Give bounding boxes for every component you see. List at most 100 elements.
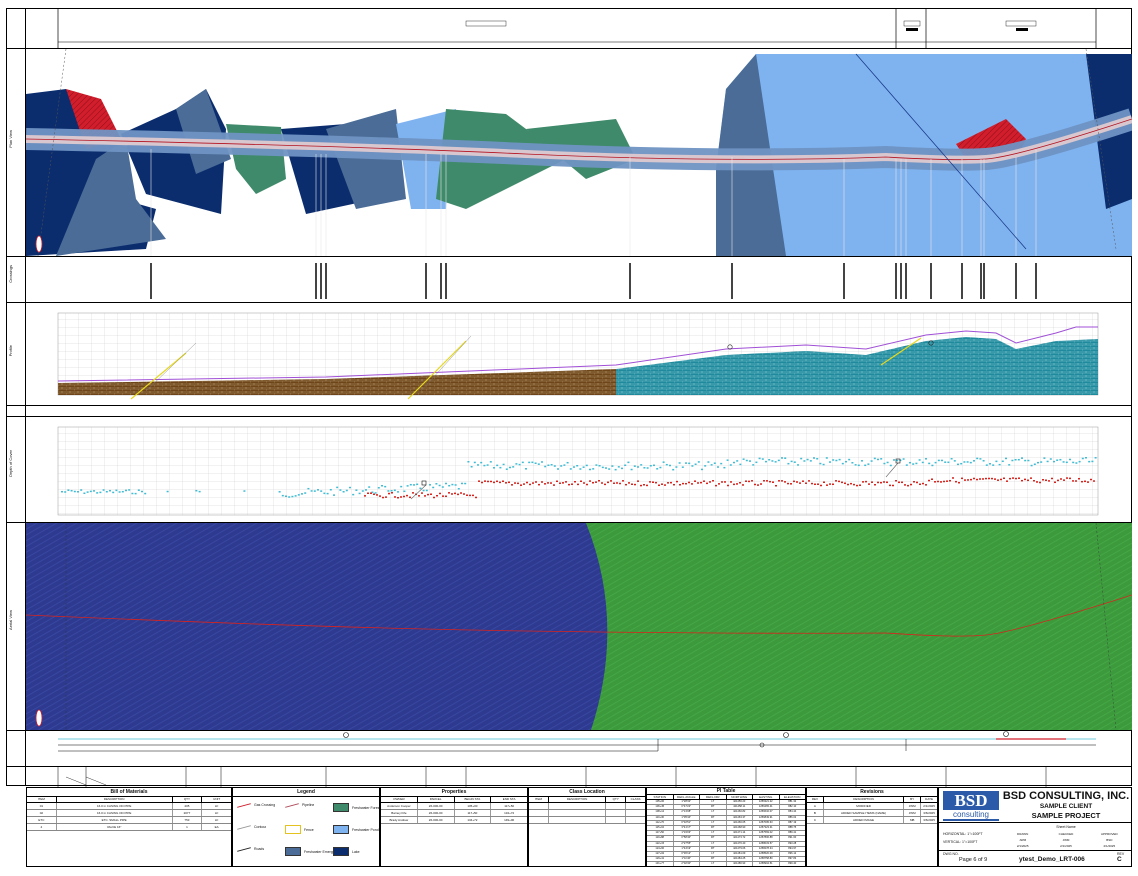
cover-point-cyan bbox=[793, 461, 796, 463]
cover-point-cyan bbox=[937, 459, 940, 462]
page-number: 6 bbox=[973, 857, 977, 863]
cover-point-cyan bbox=[304, 492, 307, 494]
revisions-cell: 3/6/2025 bbox=[923, 811, 935, 815]
page-total: 9 bbox=[984, 857, 988, 863]
cover-point-cyan bbox=[294, 495, 297, 497]
cover-point-red bbox=[637, 480, 639, 482]
pi-cell: 421486.93 bbox=[727, 862, 753, 866]
cover-point-cyan bbox=[1001, 460, 1004, 463]
cover-point-red bbox=[970, 478, 972, 481]
cover-point-cyan bbox=[909, 461, 911, 464]
cover-point-red bbox=[520, 484, 522, 486]
revisions-title: Revisions bbox=[807, 788, 937, 797]
cover-point-red bbox=[895, 480, 897, 482]
pi-cell: 124+60 bbox=[647, 846, 674, 851]
cover-point-red bbox=[973, 477, 975, 480]
pi-cell: 0°32'51" bbox=[674, 820, 700, 825]
cover-point-cyan bbox=[745, 459, 748, 462]
cover-point-red bbox=[766, 480, 768, 482]
cover-point-red bbox=[745, 480, 747, 482]
pi-cell: 117+50 bbox=[647, 831, 674, 836]
class-location-table: Class Location ITEM DESCRIPTION QTY CLAS… bbox=[528, 787, 646, 867]
revisions-cell: JWM bbox=[904, 810, 922, 816]
bom-cell: 1 bbox=[173, 824, 203, 830]
cover-point-red bbox=[736, 483, 738, 485]
cover-point-cyan bbox=[848, 458, 851, 461]
cover-point-red bbox=[715, 484, 717, 487]
cover-point-red bbox=[646, 484, 648, 487]
cover-point-red bbox=[1015, 477, 1017, 480]
cover-point-red bbox=[634, 483, 636, 486]
class-cell bbox=[529, 810, 549, 816]
drawn-date: 2/1/2025 bbox=[1016, 844, 1029, 848]
properties-cell: Anderson Cooper bbox=[381, 803, 418, 809]
cover-point-red bbox=[595, 481, 597, 483]
cover-point-cyan bbox=[1024, 459, 1027, 462]
depth-of-cover-chart bbox=[57, 426, 1099, 516]
properties-col: END STA bbox=[502, 797, 516, 801]
pi-cell: 1257806.88 bbox=[753, 836, 780, 841]
logo-text: BSD bbox=[954, 791, 988, 810]
cover-point-cyan bbox=[752, 464, 755, 466]
revisions-cell: MB bbox=[904, 817, 922, 823]
bom-row: 02 16.0 in CASING OD PIPE 2077 LF bbox=[27, 810, 231, 817]
tab-label-depth: Depth of Cover bbox=[8, 450, 13, 477]
cover-point-cyan bbox=[621, 467, 623, 470]
pi-cell: 0°36'12" bbox=[674, 851, 700, 857]
cover-point-cyan bbox=[521, 461, 524, 464]
properties-cell: 117+50 bbox=[504, 804, 515, 808]
cover-point-cyan bbox=[297, 494, 300, 496]
legend-swatch bbox=[237, 824, 251, 830]
cover-point-red bbox=[1087, 481, 1089, 483]
cover-point-cyan bbox=[89, 490, 92, 493]
pi-cell: LT bbox=[700, 810, 727, 815]
class-cell bbox=[549, 803, 607, 809]
revision-letter: C bbox=[1117, 856, 1122, 863]
page-label: Page bbox=[959, 857, 972, 863]
cover-point-cyan bbox=[902, 458, 905, 460]
cover-point-cyan bbox=[358, 492, 361, 495]
cover-point-red bbox=[763, 480, 765, 482]
properties-cell: Brady Andrew bbox=[381, 817, 418, 823]
cover-point-cyan bbox=[723, 466, 726, 469]
cover-point-cyan bbox=[93, 490, 95, 492]
cover-point-red bbox=[874, 483, 876, 486]
pi-cell: 897.83 bbox=[788, 857, 797, 861]
properties-cell: 149+00 bbox=[504, 818, 515, 822]
cover-point-red bbox=[1057, 479, 1059, 482]
approved-by: BSD bbox=[1106, 838, 1113, 842]
cover-point-cyan bbox=[605, 467, 607, 469]
cover-point-cyan bbox=[816, 458, 819, 460]
cover-point-cyan bbox=[864, 464, 867, 467]
cover-point-cyan bbox=[368, 486, 371, 488]
cover-point-cyan bbox=[1065, 461, 1068, 464]
pi-cell: 1256849.91 bbox=[753, 815, 780, 820]
cover-point-red bbox=[721, 481, 723, 483]
cover-point-cyan bbox=[313, 490, 316, 492]
cover-point-cyan bbox=[637, 466, 639, 468]
cover-point-cyan bbox=[310, 490, 313, 492]
class-col: CLASS bbox=[630, 797, 641, 801]
pi-cell: 899.40 bbox=[788, 862, 797, 866]
tab-label-crossings: Crossings bbox=[8, 265, 13, 283]
legend-label: Freshwater Pond bbox=[352, 827, 379, 832]
class-cell bbox=[529, 803, 549, 809]
legend-label: Contour bbox=[254, 825, 267, 829]
pi-cell: 887.19 bbox=[788, 820, 797, 824]
cover-point-cyan bbox=[1037, 461, 1039, 464]
pi-cell: LT bbox=[700, 841, 727, 846]
revisions-row: C ADDED IMAGE MB 3/6/2025 bbox=[807, 817, 937, 824]
revisions-cell: MODIFIED bbox=[824, 803, 905, 809]
cover-point-cyan bbox=[457, 488, 460, 490]
cover-point-cyan bbox=[739, 463, 742, 466]
cover-point-red bbox=[652, 481, 654, 484]
cover-point-cyan bbox=[435, 483, 438, 485]
cover-point-red bbox=[1054, 481, 1056, 484]
cover-point-cyan bbox=[397, 491, 399, 493]
pi-cell: RT bbox=[700, 846, 727, 851]
pi-cell: LT bbox=[700, 820, 727, 825]
pi-cell: RT bbox=[700, 857, 727, 862]
cover-point-red bbox=[385, 496, 387, 498]
cover-point-cyan bbox=[489, 461, 492, 463]
cover-point-cyan bbox=[825, 457, 828, 459]
